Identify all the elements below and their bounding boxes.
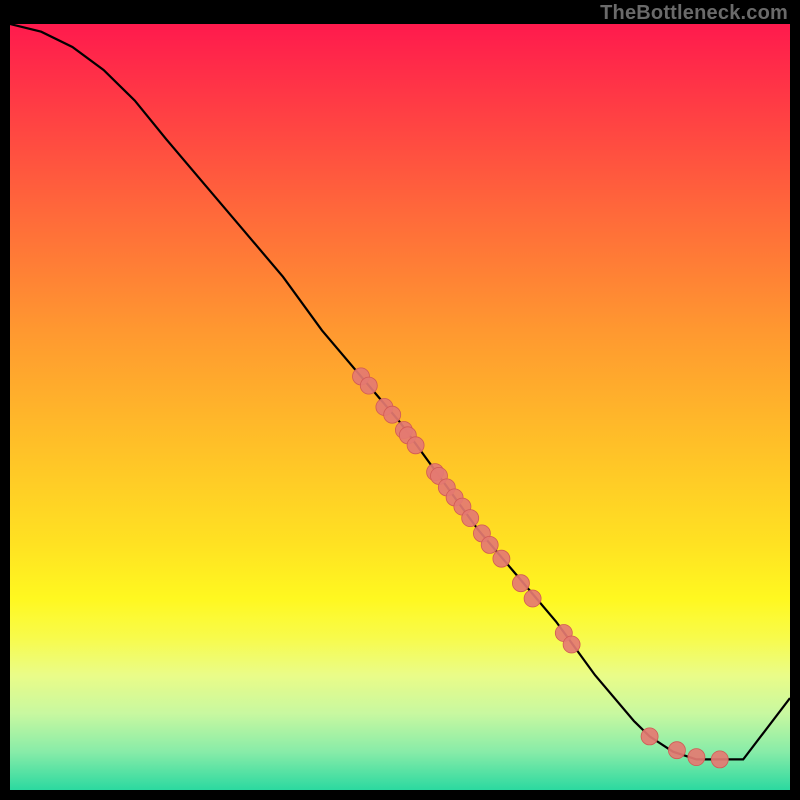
- data-marker: [641, 728, 658, 745]
- data-marker: [481, 536, 498, 553]
- chart-svg: [10, 24, 790, 790]
- data-marker: [493, 550, 510, 567]
- data-marker: [688, 749, 705, 766]
- chart-frame: TheBottleneck.com: [0, 0, 800, 800]
- data-marker: [563, 636, 580, 653]
- watermark-text: TheBottleneck.com: [600, 2, 788, 25]
- data-marker: [524, 590, 541, 607]
- data-marker: [512, 575, 529, 592]
- plot-area: [10, 24, 790, 790]
- data-markers: [353, 368, 729, 768]
- data-marker: [668, 742, 685, 759]
- data-marker: [407, 437, 424, 454]
- data-marker: [384, 406, 401, 423]
- curve-line: [10, 24, 790, 759]
- data-marker: [711, 751, 728, 768]
- data-marker: [462, 510, 479, 527]
- data-marker: [360, 377, 377, 394]
